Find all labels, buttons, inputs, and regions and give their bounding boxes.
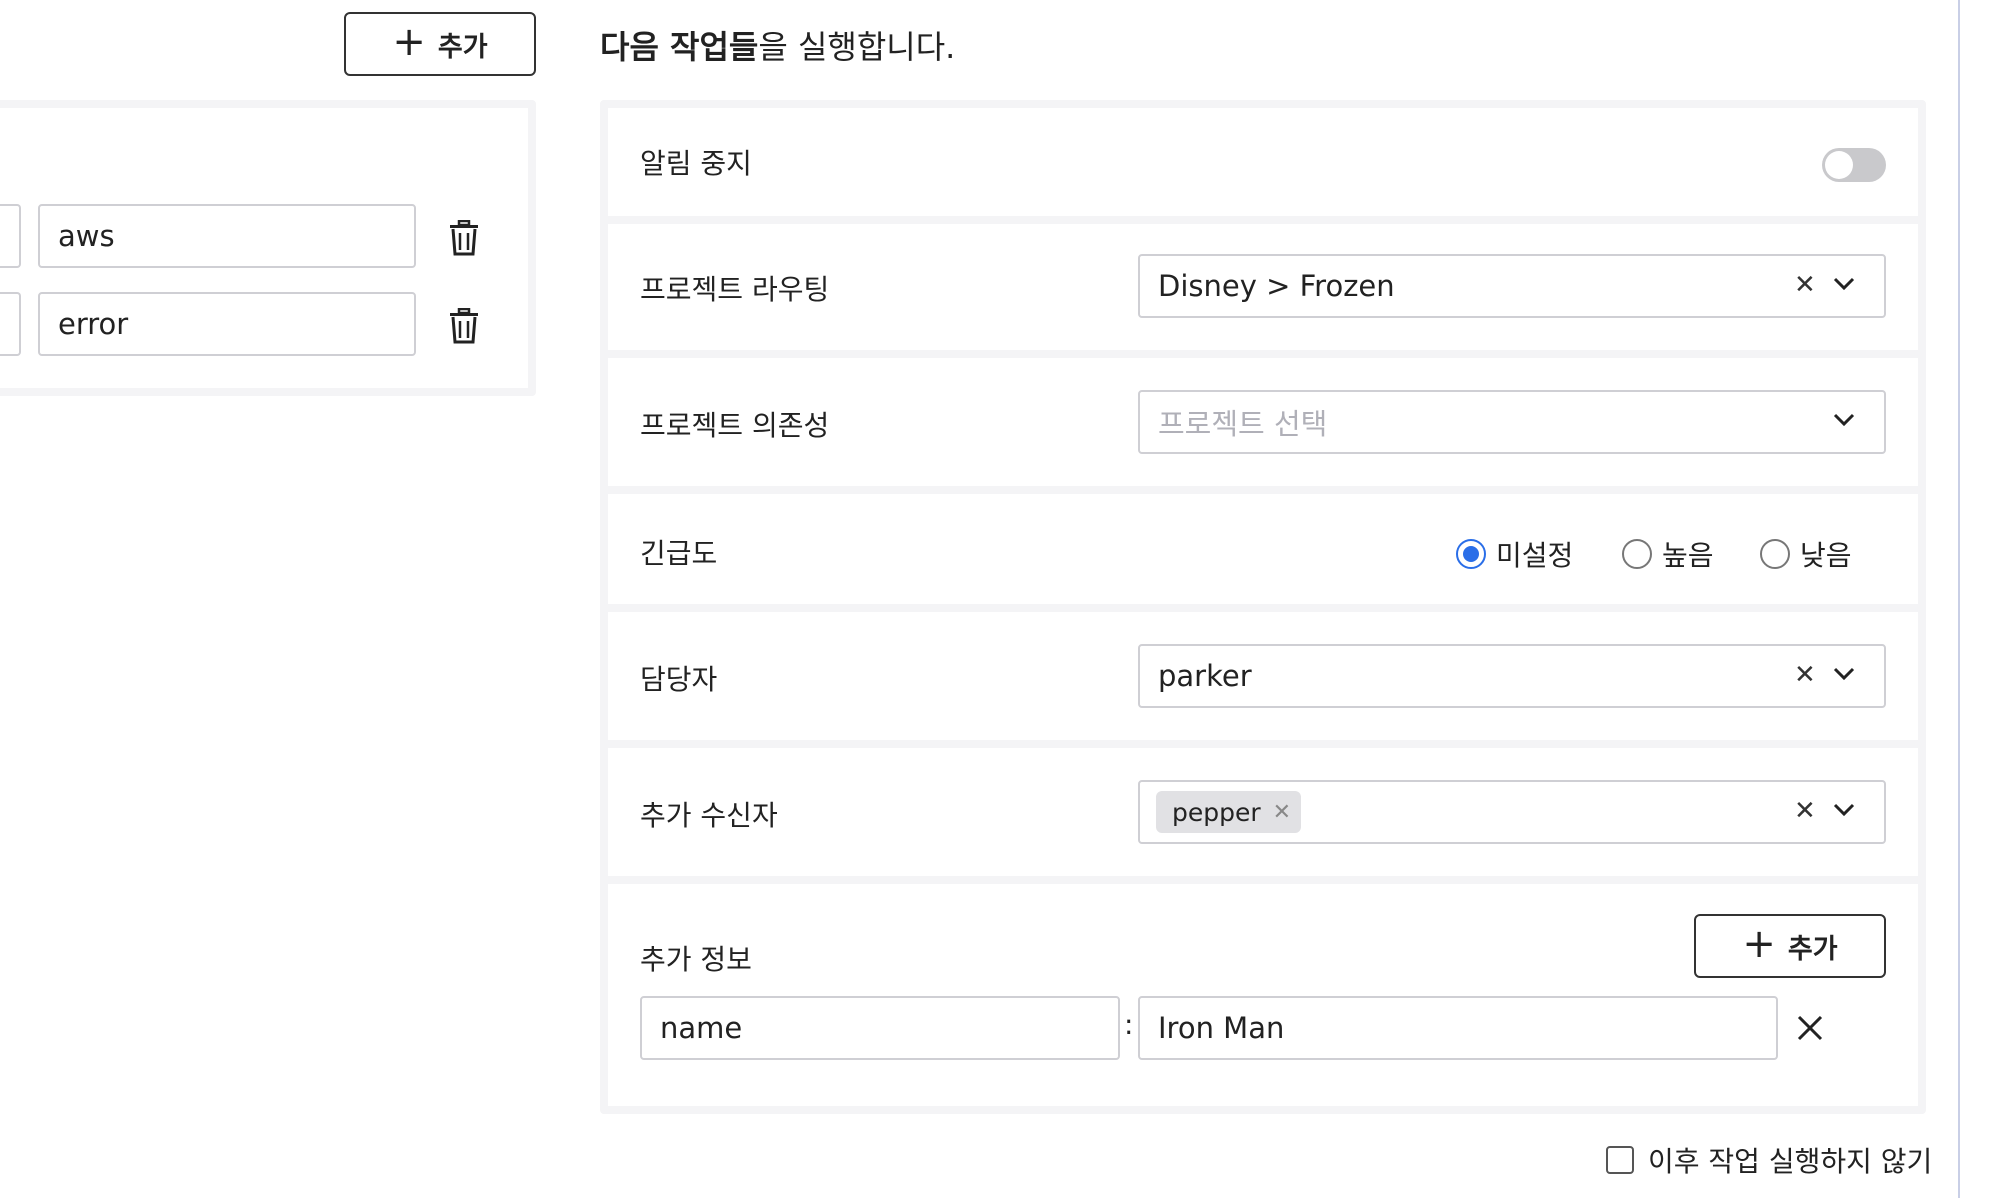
- extra-info-label: 추가 정보: [640, 943, 752, 976]
- project-routing-select[interactable]: Disney > Frozen: [1138, 254, 1886, 318]
- extra-info-key-input[interactable]: name: [640, 996, 1120, 1060]
- row-separator: [608, 876, 1918, 884]
- condition-value-input[interactable]: aws: [38, 204, 416, 268]
- extra-recipients-label: 추가 수신자: [640, 799, 778, 832]
- trash-icon[interactable]: [448, 219, 480, 256]
- chevron-down-icon[interactable]: [1832, 802, 1856, 822]
- radio[interactable]: [1622, 539, 1652, 569]
- project-routing-label: 프로젝트 라우팅: [640, 273, 830, 306]
- chevron-down-icon[interactable]: [1832, 666, 1856, 686]
- add-extra-info-button[interactable]: + 추가: [1694, 914, 1886, 978]
- actions-heading: 다음 작업들을 실행합니다.: [600, 28, 956, 66]
- plus-icon: +: [1742, 921, 1776, 967]
- stop-subsequent-label: 이후 작업 실행하지 않기: [1648, 1145, 1933, 1178]
- recipient-tag: pepper ✕: [1156, 791, 1302, 833]
- row-separator: [608, 740, 1918, 748]
- stop-subsequent-checkbox[interactable]: [1606, 1146, 1634, 1174]
- row-separator: [608, 216, 1918, 224]
- tag-remove-icon[interactable]: ✕: [1273, 800, 1291, 825]
- chevron-down-icon[interactable]: [1832, 412, 1856, 432]
- urgency-option-low[interactable]: 낮음: [1760, 534, 1852, 574]
- add-condition-button[interactable]: + 추가: [344, 12, 536, 76]
- extra-info-value-input[interactable]: Iron Man: [1138, 996, 1778, 1060]
- project-dependency-select[interactable]: 프로젝트 선택: [1138, 390, 1886, 454]
- urgency-option-high[interactable]: 높음: [1622, 534, 1714, 574]
- row-separator: [608, 486, 1918, 494]
- right-divider: [1958, 0, 1960, 1198]
- condition-value-input[interactable]: error: [38, 292, 416, 356]
- trash-icon[interactable]: [448, 307, 480, 344]
- clear-icon[interactable]: ✕: [1794, 660, 1816, 690]
- key-value-separator: :: [1124, 1008, 1134, 1041]
- urgency-label: 긴급도: [640, 537, 718, 570]
- urgency-option-unset[interactable]: 미설정: [1456, 534, 1573, 574]
- project-dependency-label: 프로젝트 의존성: [640, 409, 830, 442]
- toggle-knob: [1825, 151, 1853, 179]
- mute-alerts-label: 알림 중지: [640, 147, 752, 180]
- assignee-select[interactable]: parker: [1138, 644, 1886, 708]
- radio-selected[interactable]: [1456, 539, 1486, 569]
- condition-key-input-partial[interactable]: [0, 292, 21, 356]
- condition-key-input-partial[interactable]: [0, 204, 21, 268]
- plus-icon: +: [392, 19, 426, 65]
- clear-icon[interactable]: ✕: [1794, 796, 1816, 826]
- row-separator: [608, 604, 1918, 612]
- close-icon[interactable]: [1796, 1014, 1824, 1042]
- chevron-down-icon[interactable]: [1832, 276, 1856, 296]
- radio[interactable]: [1760, 539, 1790, 569]
- extra-recipients-select[interactable]: pepper ✕: [1138, 780, 1886, 844]
- mute-alerts-toggle[interactable]: [1822, 148, 1886, 182]
- row-separator: [608, 350, 1918, 358]
- assignee-label: 담당자: [640, 663, 718, 696]
- clear-icon[interactable]: ✕: [1794, 270, 1816, 300]
